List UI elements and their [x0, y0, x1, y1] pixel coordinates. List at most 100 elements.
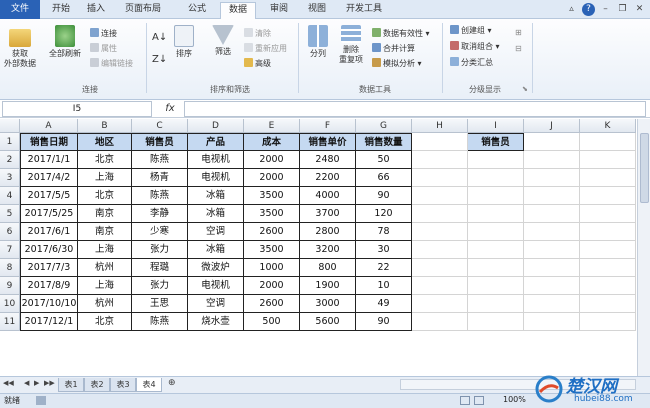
table-data-cell[interactable]: 2480 [300, 151, 356, 169]
table-data-cell[interactable]: 10 [356, 277, 412, 295]
tab-5[interactable]: 数据 [220, 2, 256, 19]
table-data-cell[interactable]: 微波炉 [188, 259, 244, 277]
cell[interactable] [468, 169, 524, 187]
subtotal-button[interactable]: 分类汇总 [450, 57, 493, 68]
tab-0[interactable]: 文件 [0, 0, 40, 19]
cell[interactable] [524, 223, 580, 241]
cell[interactable] [412, 187, 468, 205]
cell[interactable] [468, 313, 524, 331]
table-data-cell[interactable]: 22 [356, 259, 412, 277]
sort-desc-icon[interactable]: Z↓ [152, 54, 167, 65]
reapply-button[interactable]: 重新应用 [244, 43, 287, 54]
table-data-cell[interactable]: 2017/6/1 [20, 223, 78, 241]
table-data-cell[interactable]: 4000 [300, 187, 356, 205]
table-data-cell[interactable]: 3500 [244, 205, 300, 223]
table-data-cell[interactable]: 2017/12/1 [20, 313, 78, 331]
cell[interactable] [412, 169, 468, 187]
tab-3[interactable]: 页面布局 [112, 2, 174, 19]
table-data-cell[interactable]: 66 [356, 169, 412, 187]
table-data-cell[interactable]: 2000 [244, 169, 300, 187]
row-header[interactable]: 6 [0, 223, 20, 241]
criteria-header-cell[interactable]: 销售员 [468, 133, 524, 151]
table-data-cell[interactable]: 上海 [78, 241, 132, 259]
row-header[interactable]: 4 [0, 187, 20, 205]
sort-button[interactable]: 排序 [172, 25, 196, 59]
cell[interactable] [468, 277, 524, 295]
row-header[interactable]: 9 [0, 277, 20, 295]
get-external-data-button[interactable]: 获取 外部数据 [3, 29, 37, 69]
column-header[interactable]: A [20, 119, 78, 133]
next-sheet-icon[interactable]: ▶ [34, 379, 39, 387]
cell[interactable] [580, 133, 636, 151]
cell[interactable] [412, 295, 468, 313]
remove-duplicates-button[interactable]: 删除 重复项 [336, 25, 366, 65]
row-header[interactable]: 1 [0, 133, 20, 151]
table-data-cell[interactable]: 2017/5/25 [20, 205, 78, 223]
cell[interactable] [412, 205, 468, 223]
cell[interactable] [580, 187, 636, 205]
cell[interactable] [580, 295, 636, 313]
text-to-columns-button[interactable]: 分列 [305, 25, 331, 59]
what-if-button[interactable]: 模拟分析 ▾ [372, 58, 422, 69]
cell[interactable] [524, 277, 580, 295]
prev-sheet-icon[interactable]: ◀ [24, 379, 29, 387]
scroll-thumb[interactable] [640, 133, 649, 203]
cell[interactable] [412, 313, 468, 331]
group-button[interactable]: 创建组 ▾ [450, 25, 492, 36]
table-data-cell[interactable]: 杨青 [132, 169, 188, 187]
column-header[interactable]: B [78, 119, 132, 133]
table-data-cell[interactable]: 北京 [78, 313, 132, 331]
normal-view-icon[interactable] [460, 396, 470, 405]
column-header[interactable]: C [132, 119, 188, 133]
table-header-cell[interactable]: 销售数量 [356, 133, 412, 151]
table-data-cell[interactable]: 烧水壶 [188, 313, 244, 331]
table-data-cell[interactable]: 90 [356, 187, 412, 205]
cell[interactable] [468, 151, 524, 169]
table-data-cell[interactable]: 50 [356, 151, 412, 169]
name-box[interactable]: I5 [2, 101, 152, 117]
table-data-cell[interactable]: 2600 [244, 295, 300, 313]
vertical-scrollbar[interactable] [637, 119, 650, 376]
data-validation-button[interactable]: 数据有效性 ▾ [372, 28, 430, 39]
table-data-cell[interactable]: 冰箱 [188, 187, 244, 205]
cell[interactable] [580, 313, 636, 331]
column-header[interactable]: F [300, 119, 356, 133]
table-data-cell[interactable]: 2200 [300, 169, 356, 187]
table-header-cell[interactable]: 地区 [78, 133, 132, 151]
cell[interactable] [468, 241, 524, 259]
clear-button[interactable]: 清除 [244, 28, 271, 39]
table-data-cell[interactable]: 500 [244, 313, 300, 331]
row-header[interactable]: 3 [0, 169, 20, 187]
table-data-cell[interactable]: 2000 [244, 151, 300, 169]
table-data-cell[interactable]: 2600 [244, 223, 300, 241]
select-all-corner[interactable] [0, 119, 20, 133]
table-data-cell[interactable]: 120 [356, 205, 412, 223]
first-sheet-icon[interactable]: ◀◀ [3, 379, 14, 387]
table-data-cell[interactable]: 空调 [188, 295, 244, 313]
table-data-cell[interactable]: 杭州 [78, 295, 132, 313]
tab-7[interactable]: 视图 [302, 2, 332, 19]
table-data-cell[interactable]: 1900 [300, 277, 356, 295]
column-header[interactable]: G [356, 119, 412, 133]
cell[interactable] [580, 223, 636, 241]
table-data-cell[interactable]: 2017/6/30 [20, 241, 78, 259]
row-header[interactable]: 2 [0, 151, 20, 169]
cell[interactable] [524, 241, 580, 259]
table-header-cell[interactable]: 产品 [188, 133, 244, 151]
tab-2[interactable]: 插入 [82, 2, 110, 19]
cell[interactable] [524, 187, 580, 205]
table-data-cell[interactable]: 李静 [132, 205, 188, 223]
sheet-tab-2[interactable]: 表3 [110, 378, 136, 392]
ungroup-button[interactable]: 取消组合 ▾ [450, 41, 500, 52]
cell[interactable] [580, 241, 636, 259]
cell[interactable] [580, 169, 636, 187]
cell[interactable] [468, 223, 524, 241]
last-sheet-icon[interactable]: ▶▶ [44, 379, 55, 387]
row-header[interactable]: 7 [0, 241, 20, 259]
table-data-cell[interactable]: 5600 [300, 313, 356, 331]
row-header[interactable]: 5 [0, 205, 20, 223]
table-data-cell[interactable]: 2017/5/5 [20, 187, 78, 205]
table-data-cell[interactable]: 空调 [188, 223, 244, 241]
help-icon[interactable]: ? [582, 3, 595, 16]
cell[interactable] [468, 295, 524, 313]
